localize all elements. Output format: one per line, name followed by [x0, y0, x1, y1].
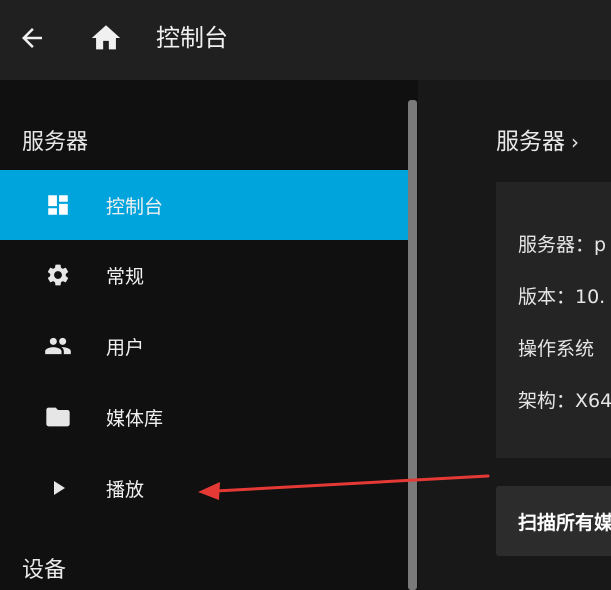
- arch-line: 架构：X64: [518, 390, 611, 412]
- sidebar-item-users[interactable]: 用户: [0, 311, 408, 381]
- scan-all-libraries-button[interactable]: 扫描所有媒: [496, 486, 611, 556]
- sidebar-item-general[interactable]: 常规: [0, 240, 408, 310]
- sidebar-item-dashboard[interactable]: 控制台: [0, 170, 408, 240]
- sidebar: 服务器 控制台 常规 用户 媒体库 播放 设备: [0, 80, 408, 590]
- chevron-right-icon: ›: [571, 130, 579, 154]
- gear-icon: [44, 261, 72, 289]
- sidebar-item-label: 控制台: [106, 195, 164, 218]
- sidebar-section-devices: 设备: [22, 558, 67, 583]
- people-icon: [44, 332, 72, 360]
- sidebar-scrollbar[interactable]: [408, 100, 417, 590]
- section-heading-label: 服务器: [496, 129, 565, 155]
- folder-icon: [44, 403, 72, 431]
- home-icon: [91, 25, 121, 50]
- back-button[interactable]: [14, 20, 50, 56]
- server-name-line: 服务器：p: [518, 234, 607, 256]
- sidebar-item-label: 播放: [106, 478, 145, 501]
- play-icon: [44, 474, 72, 502]
- dashboard-icon: [44, 191, 72, 219]
- main-content: 服务器 › 服务器：p 版本：10. 操作系统 架构：X64 扫描所有媒: [418, 80, 611, 590]
- section-heading-server[interactable]: 服务器 ›: [496, 122, 579, 156]
- sidebar-item-label: 用户: [106, 336, 145, 359]
- sidebar-item-playback[interactable]: 播放: [0, 453, 408, 523]
- sidebar-item-label: 媒体库: [106, 407, 164, 430]
- top-app-bar: 控制台: [0, 0, 611, 80]
- os-line: 操作系统: [518, 338, 595, 360]
- home-button[interactable]: [86, 20, 126, 56]
- sidebar-section-server: 服务器: [22, 130, 89, 155]
- sidebar-item-libraries[interactable]: 媒体库: [0, 382, 408, 452]
- version-line: 版本：10.: [518, 286, 606, 308]
- back-arrow-icon: [22, 28, 42, 48]
- scan-button-label: 扫描所有媒: [518, 512, 611, 534]
- sidebar-item-label: 常规: [106, 265, 145, 288]
- page-title: 控制台: [156, 24, 228, 52]
- server-info-card: 服务器：p 版本：10. 操作系统 架构：X64: [496, 182, 611, 458]
